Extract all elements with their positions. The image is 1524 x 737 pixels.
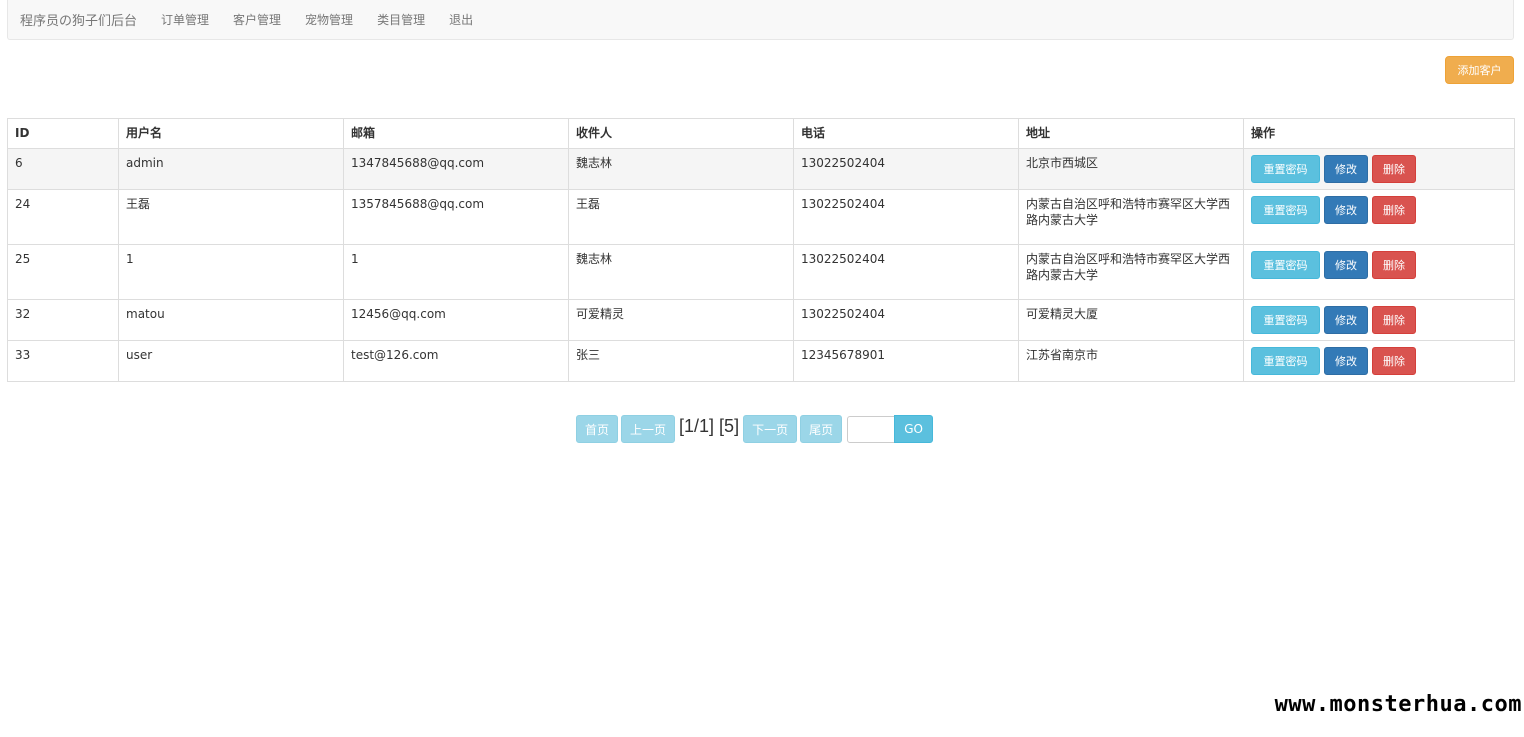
cell-recipient: 魏志林	[568, 148, 794, 190]
cell-address: 北京市西城区	[1018, 148, 1244, 190]
delete-button[interactable]: 删除	[1372, 155, 1416, 183]
table-row: 6 admin 1347845688@qq.com 魏志林 1302250240…	[7, 148, 1515, 190]
cell-email: test@126.com	[343, 340, 569, 382]
cell-email: 12456@qq.com	[343, 299, 569, 341]
cell-address: 可爱精灵大厦	[1018, 299, 1244, 341]
navbar: 程序员の狗子们后台 订单管理 客户管理 宠物管理 类目管理 退出	[7, 0, 1514, 40]
navbar-brand[interactable]: 程序员の狗子们后台	[8, 10, 137, 29]
nav-link-customers[interactable]: 客户管理	[233, 11, 281, 28]
edit-button[interactable]: 修改	[1324, 306, 1368, 334]
last-page-button[interactable]: 尾页	[800, 415, 843, 443]
nav-link-categories[interactable]: 类目管理	[377, 11, 425, 28]
cell-address: 江苏省南京市	[1018, 340, 1244, 382]
edit-button[interactable]: 修改	[1324, 251, 1368, 279]
nav-link-orders[interactable]: 订单管理	[161, 11, 209, 28]
cell-email: 1347845688@qq.com	[343, 148, 569, 190]
delete-button[interactable]: 删除	[1372, 196, 1416, 224]
cell-phone: 13022502404	[793, 244, 1019, 300]
table-row: 25 1 1 魏志林 13022502404 内蒙古自治区呼和浩特市赛罕区大学西…	[7, 244, 1515, 300]
cell-phone: 12345678901	[793, 340, 1019, 382]
edit-button[interactable]: 修改	[1324, 347, 1368, 375]
cell-actions: 重置密码 修改 删除	[1243, 244, 1515, 300]
cell-recipient: 可爱精灵	[568, 299, 794, 341]
customer-table: ID 用户名 邮箱 收件人 电话 地址 操作 6 admin 134784568…	[7, 118, 1515, 382]
cell-actions: 重置密码 修改 删除	[1243, 148, 1515, 190]
delete-button[interactable]: 删除	[1372, 251, 1416, 279]
cell-phone: 13022502404	[793, 299, 1019, 341]
go-button[interactable]: GO	[894, 415, 934, 443]
add-customer-button[interactable]: 添加客户	[1445, 56, 1514, 84]
cell-address: 内蒙古自治区呼和浩特市赛罕区大学西路内蒙古大学	[1018, 244, 1244, 300]
cell-username: matou	[118, 299, 344, 341]
cell-phone: 13022502404	[793, 189, 1019, 245]
prev-page-button[interactable]: 上一页	[621, 415, 676, 443]
delete-button[interactable]: 删除	[1372, 347, 1416, 375]
reset-password-button[interactable]: 重置密码	[1251, 155, 1320, 183]
column-header-email: 邮箱	[343, 118, 569, 149]
cell-id: 25	[7, 244, 119, 300]
column-header-id: ID	[7, 118, 119, 149]
cell-email: 1	[343, 244, 569, 300]
watermark: www.monsterhua.com	[1274, 692, 1522, 717]
page-info: [1/1] [5]	[679, 415, 740, 436]
reset-password-button[interactable]: 重置密码	[1251, 251, 1320, 279]
cell-recipient: 王磊	[568, 189, 794, 245]
column-header-phone: 电话	[793, 118, 1019, 149]
first-page-button[interactable]: 首页	[576, 415, 619, 443]
next-page-button[interactable]: 下一页	[743, 415, 798, 443]
reset-password-button[interactable]: 重置密码	[1251, 306, 1320, 334]
cell-recipient: 张三	[568, 340, 794, 382]
edit-button[interactable]: 修改	[1324, 196, 1368, 224]
cell-recipient: 魏志林	[568, 244, 794, 300]
cell-id: 33	[7, 340, 119, 382]
reset-password-button[interactable]: 重置密码	[1251, 196, 1320, 224]
delete-button[interactable]: 删除	[1372, 306, 1416, 334]
table-row: 32 matou 12456@qq.com 可爱精灵 13022502404 可…	[7, 299, 1515, 341]
table-header-row: ID 用户名 邮箱 收件人 电话 地址 操作	[7, 118, 1515, 149]
table-row: 24 王磊 1357845688@qq.com 王磊 13022502404 内…	[7, 189, 1515, 245]
column-header-address: 地址	[1018, 118, 1244, 149]
cell-address: 内蒙古自治区呼和浩特市赛罕区大学西路内蒙古大学	[1018, 189, 1244, 245]
cell-username: 1	[118, 244, 344, 300]
cell-username: 王磊	[118, 189, 344, 245]
cell-actions: 重置密码 修改 删除	[1243, 340, 1515, 382]
cell-id: 32	[7, 299, 119, 341]
cell-username: admin	[118, 148, 344, 190]
reset-password-button[interactable]: 重置密码	[1251, 347, 1320, 375]
cell-actions: 重置密码 修改 删除	[1243, 189, 1515, 245]
cell-email: 1357845688@qq.com	[343, 189, 569, 245]
cell-phone: 13022502404	[793, 148, 1019, 190]
cell-id: 24	[7, 189, 119, 245]
table-row: 33 user test@126.com 张三 12345678901 江苏省南…	[7, 340, 1515, 382]
cell-actions: 重置密码 修改 删除	[1243, 299, 1515, 341]
cell-username: user	[118, 340, 344, 382]
column-header-username: 用户名	[118, 118, 344, 149]
column-header-recipient: 收件人	[568, 118, 794, 149]
cell-id: 6	[7, 148, 119, 190]
page-number-input[interactable]	[847, 415, 896, 443]
pagination: 首页 上一页 [1/1] [5] 下一页 尾页 GO	[576, 415, 934, 443]
nav-link-pets[interactable]: 宠物管理	[305, 11, 353, 28]
column-header-actions: 操作	[1243, 118, 1515, 149]
edit-button[interactable]: 修改	[1324, 155, 1368, 183]
nav-link-logout[interactable]: 退出	[449, 11, 473, 28]
